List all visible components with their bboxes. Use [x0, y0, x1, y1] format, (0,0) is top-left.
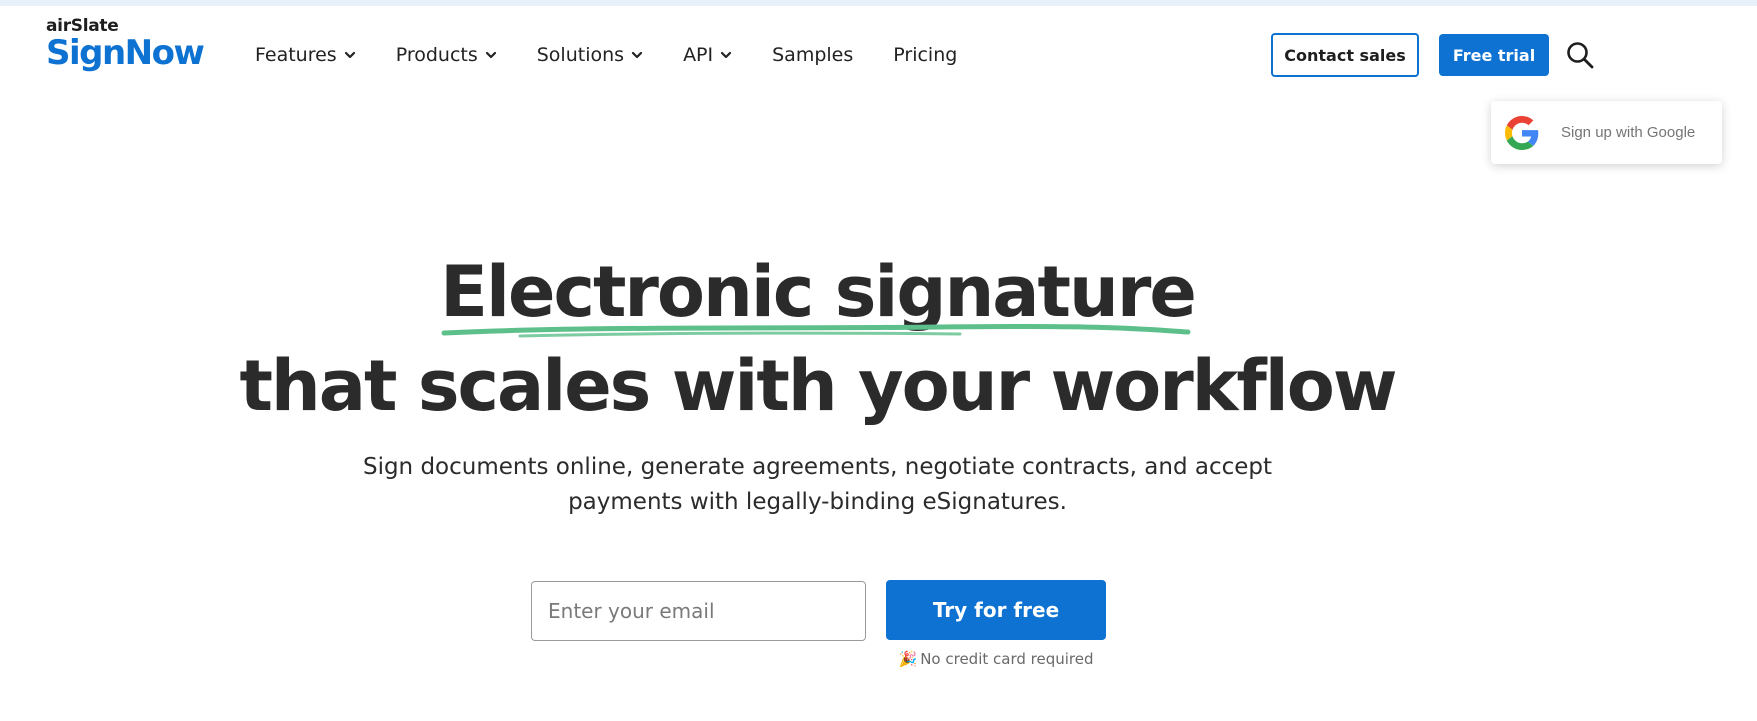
- hero-subtitle: Sign documents online, generate agreemen…: [300, 450, 1335, 520]
- nav-item-label: Products: [395, 44, 478, 66]
- logo[interactable]: airSlate SignNow: [46, 16, 206, 72]
- email-input[interactable]: [531, 581, 866, 641]
- nav-item-label: Samples: [772, 44, 854, 66]
- contact-sales-button[interactable]: Contact sales: [1271, 33, 1419, 77]
- free-trial-button[interactable]: Free trial: [1439, 34, 1549, 76]
- main-nav: Features Products Solutions API Samples …: [255, 40, 997, 70]
- nav-item-label: API: [683, 44, 714, 66]
- try-for-free-button[interactable]: Try for free: [886, 580, 1106, 640]
- nav-item-solutions[interactable]: Solutions: [537, 44, 643, 66]
- nav-item-features[interactable]: Features: [255, 44, 356, 66]
- no-credit-card-note: 🎉 No credit card required: [886, 650, 1106, 668]
- top-strip: [0, 0, 1757, 6]
- google-signup-label: Sign up with Google: [1561, 124, 1696, 141]
- google-signup-button[interactable]: Sign up with Google: [1491, 101, 1722, 164]
- hero-subtitle-line1: Sign documents online, generate agreemen…: [362, 454, 1273, 480]
- chevron-down-icon: [485, 49, 497, 61]
- hero-title-line2: that scales with your workflow: [239, 345, 1397, 427]
- chevron-down-icon: [631, 49, 643, 61]
- nav-item-pricing[interactable]: Pricing: [893, 44, 957, 66]
- nav-item-label: Solutions: [536, 44, 625, 66]
- nav-item-api[interactable]: API: [683, 44, 732, 66]
- no-credit-card-text: No credit card required: [920, 650, 1094, 668]
- hero-underline-decoration: [441, 323, 1191, 338]
- logo-signnow: SignNow: [46, 33, 205, 73]
- google-icon: [1505, 115, 1539, 150]
- nav-item-label: Features: [255, 44, 337, 66]
- nav-item-label: Pricing: [893, 44, 958, 66]
- search-icon[interactable]: [1565, 40, 1595, 70]
- nav-item-samples[interactable]: Samples: [772, 44, 853, 66]
- chevron-down-icon: [720, 49, 732, 61]
- hero-subtitle-line2: payments with legally-binding eSignature…: [568, 489, 1067, 515]
- nav-item-products[interactable]: Products: [396, 44, 497, 66]
- chevron-down-icon: [344, 49, 356, 61]
- party-popper-icon: 🎉: [898, 650, 918, 668]
